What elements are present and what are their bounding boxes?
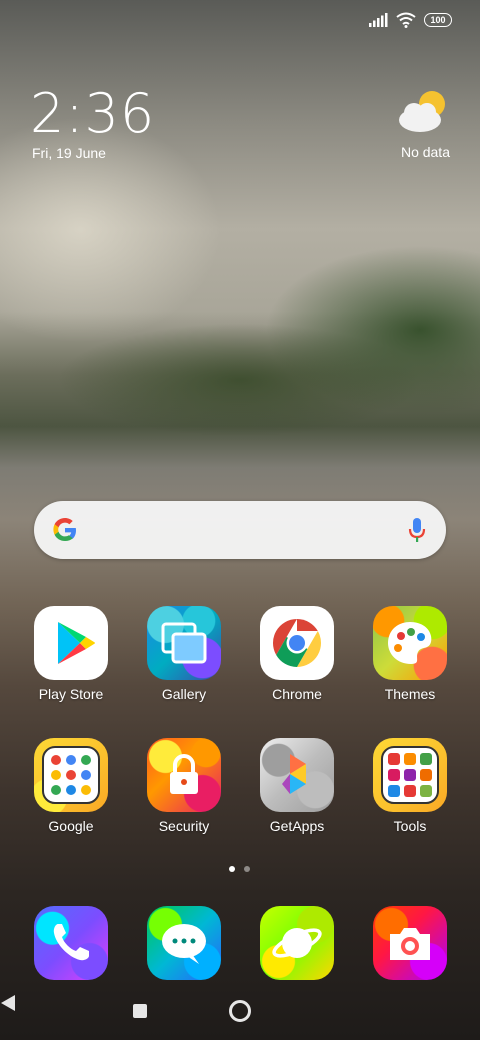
app-label: Chrome — [272, 686, 322, 702]
gallery-icon — [147, 606, 221, 680]
camera-icon — [373, 906, 447, 980]
page-dot-active — [229, 866, 235, 872]
app-label: Play Store — [38, 686, 104, 702]
themes-icon — [373, 606, 447, 680]
wifi-icon — [396, 12, 416, 28]
google-search-bar[interactable] — [34, 501, 446, 559]
app-chrome[interactable]: Chrome — [247, 606, 347, 702]
app-label: Google — [48, 818, 94, 834]
app-label: GetApps — [269, 818, 325, 834]
app-label: Themes — [384, 686, 436, 702]
getapps-icon — [260, 738, 334, 812]
clock-time[interactable]: 2:36 — [30, 82, 155, 145]
app-label: Gallery — [161, 686, 207, 702]
app-folder-tools[interactable]: Tools — [360, 738, 460, 834]
phone-icon — [34, 906, 108, 980]
clock-date[interactable]: Fri, 19 June — [32, 145, 106, 161]
google-g-icon — [53, 518, 76, 541]
back-icon[interactable] — [0, 994, 16, 1012]
app-label: Security — [158, 818, 210, 834]
page-dot — [244, 866, 250, 872]
app-security[interactable]: Security — [134, 738, 234, 834]
chrome-icon — [260, 606, 334, 680]
app-getapps[interactable]: GetApps — [247, 738, 347, 834]
page-indicator — [229, 866, 250, 872]
dock-camera[interactable] — [360, 906, 460, 980]
weather-status[interactable]: No data — [401, 144, 450, 160]
status-bar: 100 — [368, 12, 452, 28]
google-folder-icon — [34, 738, 108, 812]
app-label: Tools — [393, 818, 427, 834]
security-icon — [147, 738, 221, 812]
app-play-store[interactable]: Play Store — [21, 606, 121, 702]
dock-messages[interactable] — [134, 906, 234, 980]
partly-cloudy-icon[interactable] — [396, 88, 450, 136]
app-themes[interactable]: Themes — [360, 606, 460, 702]
microphone-icon[interactable] — [408, 517, 426, 543]
recents-icon[interactable] — [133, 1004, 147, 1018]
signal-icon — [369, 13, 388, 27]
home-icon[interactable] — [229, 1000, 251, 1022]
app-gallery[interactable]: Gallery — [134, 606, 234, 702]
tools-folder-icon — [373, 738, 447, 812]
battery-indicator: 100 — [424, 13, 452, 27]
play-store-icon — [34, 606, 108, 680]
dock-browser[interactable] — [247, 906, 347, 980]
messages-icon — [147, 906, 221, 980]
browser-icon — [260, 906, 334, 980]
dock-phone[interactable] — [21, 906, 121, 980]
app-folder-google[interactable]: Google — [21, 738, 121, 834]
navigation-bar — [0, 994, 480, 1028]
